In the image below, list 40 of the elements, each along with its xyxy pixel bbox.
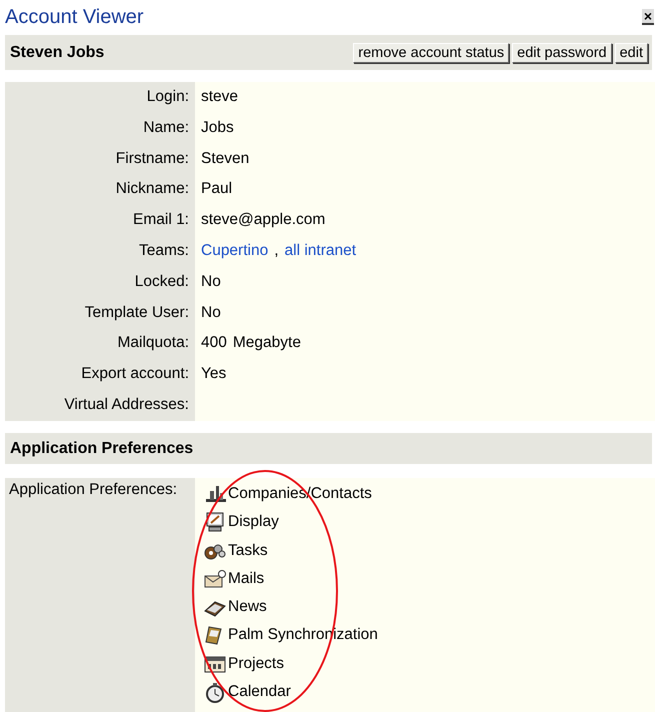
preference-link[interactable]: Calendar [228, 682, 291, 701]
field-value: No [201, 272, 221, 292]
field-value: Jobs [201, 118, 234, 138]
field-value: Megabyte [232, 333, 301, 354]
stopwatch-icon [203, 680, 227, 703]
field-value: Steven [201, 148, 250, 169]
field-label: Login: [5, 82, 195, 113]
preference-link[interactable]: Tasks [228, 542, 268, 560]
account-name: Steven Jobs [10, 44, 104, 62]
section-header: Application Preferences [5, 432, 652, 464]
field-label: Mailquota: [5, 328, 195, 360]
team-link[interactable]: all intranet [284, 236, 356, 267]
field-label: Export account: [5, 359, 195, 390]
field-label: Teams: [5, 236, 195, 267]
action-button[interactable]: remove account status [353, 42, 510, 62]
action-button[interactable]: edit [614, 42, 648, 62]
field-value: 400 [201, 333, 227, 354]
field-label: Locked: [5, 266, 195, 298]
preference-link[interactable]: Display [228, 513, 279, 532]
field-label: Name: [5, 112, 195, 144]
field-label: Application Preferences: [9, 480, 178, 498]
window-title: Account Viewer [5, 6, 144, 28]
envelope-icon [203, 568, 227, 590]
field-label: Virtual Addresses: [5, 390, 195, 421]
field-label: Firstname: [5, 144, 195, 174]
field-value: steve@apple.com [201, 210, 326, 230]
field-label: Template User: [5, 298, 195, 328]
field-label: Nickname: [5, 174, 195, 206]
preference-link[interactable]: Mails [228, 570, 264, 588]
field-value: steve [201, 87, 238, 107]
field-label: Email 1: [5, 205, 195, 236]
field-value: No [201, 302, 221, 323]
field-value: , [274, 240, 279, 261]
close-button[interactable]: × [642, 9, 654, 25]
field-value: Paul [201, 179, 232, 200]
field-value: Yes [201, 364, 226, 384]
preference-link[interactable]: Projects [228, 654, 284, 673]
preference-link[interactable]: News [228, 598, 267, 616]
action-button[interactable]: edit password [512, 42, 612, 62]
team-link[interactable]: Cupertino [201, 236, 268, 267]
